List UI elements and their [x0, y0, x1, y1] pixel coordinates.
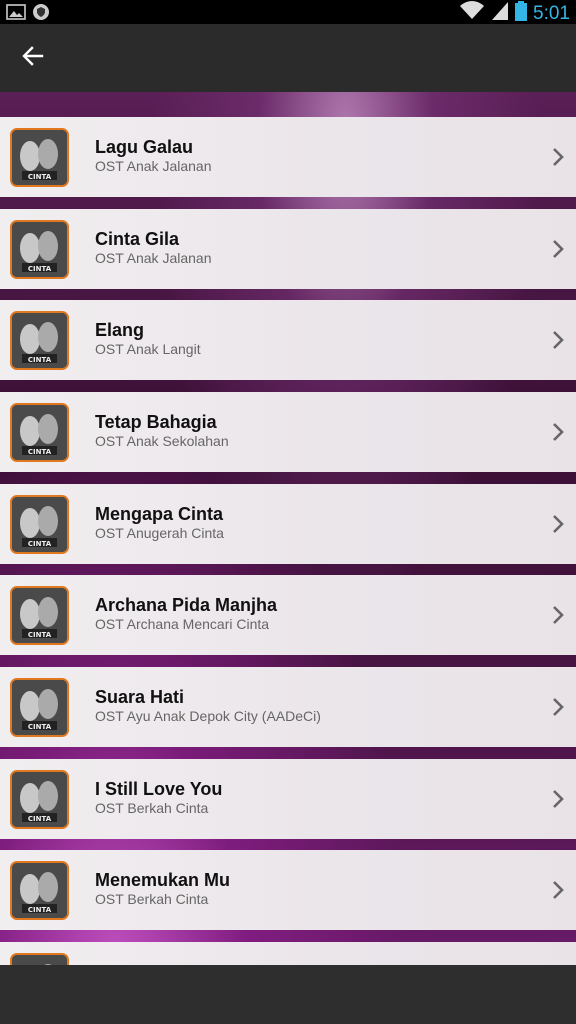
song-subtitle: OST Archana Mencari Cinta [95, 616, 270, 632]
song-subtitle: OST Anak Langit [95, 341, 201, 357]
album-art-thumbnail [10, 953, 69, 965]
chevron-right-icon [550, 146, 566, 168]
status-bar: 5:01 [0, 0, 576, 24]
list-item[interactable]: CINTA Archana Pida Manjha OST Archana Me… [0, 575, 576, 655]
album-art-thumbnail: CINTA [10, 220, 69, 279]
chevron-right-icon [550, 696, 566, 718]
signal-icon [491, 1, 509, 26]
album-art-thumbnail: CINTA [10, 861, 69, 920]
album-art-thumbnail: CINTA [10, 495, 69, 554]
song-title: Archana Pida Manjha [95, 595, 278, 615]
album-art-thumbnail: CINTA [10, 403, 69, 462]
list-item[interactable]: CINTA I Still Love You OST Berkah Cinta [0, 759, 576, 839]
list-item[interactable]: CINTA Menemukan Mu OST Berkah Cinta [0, 850, 576, 930]
back-button[interactable] [14, 40, 52, 76]
song-title: I Still Love You [95, 779, 223, 799]
chevron-right-icon [550, 879, 566, 901]
battery-icon [515, 1, 528, 26]
album-art-thumbnail: CINTA [10, 311, 69, 370]
chevron-right-icon [550, 604, 566, 626]
list-item[interactable]: CINTA Lagu Galau OST Anak Jalanan [0, 117, 576, 197]
chevron-right-icon [550, 513, 566, 535]
song-list[interactable]: CINTA Lagu Galau OST Anak Jalanan CINTA … [0, 92, 576, 965]
svg-text:CINTA: CINTA [28, 815, 52, 823]
shield-icon [32, 3, 50, 26]
list-item[interactable]: CINTA Mengapa Cinta OST Anugerah Cinta [0, 484, 576, 564]
list-item[interactable]: CINTA Cinta Gila OST Anak Jalanan [0, 209, 576, 289]
svg-text:CINTA: CINTA [28, 723, 52, 731]
song-title: Lagu Galau [95, 137, 194, 157]
bottom-bar [0, 965, 576, 1024]
album-art-thumbnail: CINTA [10, 586, 69, 645]
album-art-thumbnail: CINTA [10, 128, 69, 187]
svg-text:CINTA: CINTA [28, 356, 52, 364]
list-item[interactable]: CINTA Tetap Bahagia OST Anak Sekolahan [0, 392, 576, 472]
album-art-thumbnail: CINTA [10, 678, 69, 737]
svg-text:CINTA: CINTA [28, 448, 52, 456]
chevron-right-icon [550, 788, 566, 810]
list-item[interactable]: CINTA Elang OST Anak Langit [0, 300, 576, 380]
song-title: Cinta Gila [95, 229, 180, 249]
song-title: Menemukan Mu [95, 870, 231, 890]
wifi-icon [459, 1, 485, 26]
song-subtitle: OST Anugerah Cinta [95, 525, 224, 541]
song-subtitle: OST Anak Jalanan [95, 158, 212, 174]
song-title: Elang [95, 320, 145, 340]
svg-text:CINTA: CINTA [28, 265, 52, 273]
svg-text:CINTA: CINTA [28, 540, 52, 548]
image-icon [6, 3, 26, 26]
song-title: Mengapa Cinta [95, 504, 224, 524]
list-item[interactable] [0, 942, 576, 965]
song-title: Tetap Bahagia [95, 412, 217, 432]
album-art-thumbnail: CINTA [10, 770, 69, 829]
svg-text:CINTA: CINTA [28, 631, 52, 639]
song-subtitle: OST Ayu Anak Depok City (AADeCi) [95, 708, 321, 724]
arrow-left-icon [22, 45, 44, 71]
app-bar [0, 24, 576, 92]
song-title: Suara Hati [95, 687, 185, 707]
chevron-right-icon [550, 238, 566, 260]
status-time: 5:01 [533, 2, 570, 24]
svg-text:CINTA: CINTA [28, 906, 52, 914]
svg-text:CINTA: CINTA [28, 173, 52, 181]
song-subtitle: OST Berkah Cinta [95, 891, 209, 907]
song-subtitle: OST Anak Sekolahan [95, 433, 229, 449]
chevron-right-icon [550, 329, 566, 351]
chevron-right-icon [550, 421, 566, 443]
song-subtitle: OST Anak Jalanan [95, 250, 212, 266]
list-item[interactable]: CINTA Suara Hati OST Ayu Anak Depok City… [0, 667, 576, 747]
song-subtitle: OST Berkah Cinta [95, 800, 209, 816]
